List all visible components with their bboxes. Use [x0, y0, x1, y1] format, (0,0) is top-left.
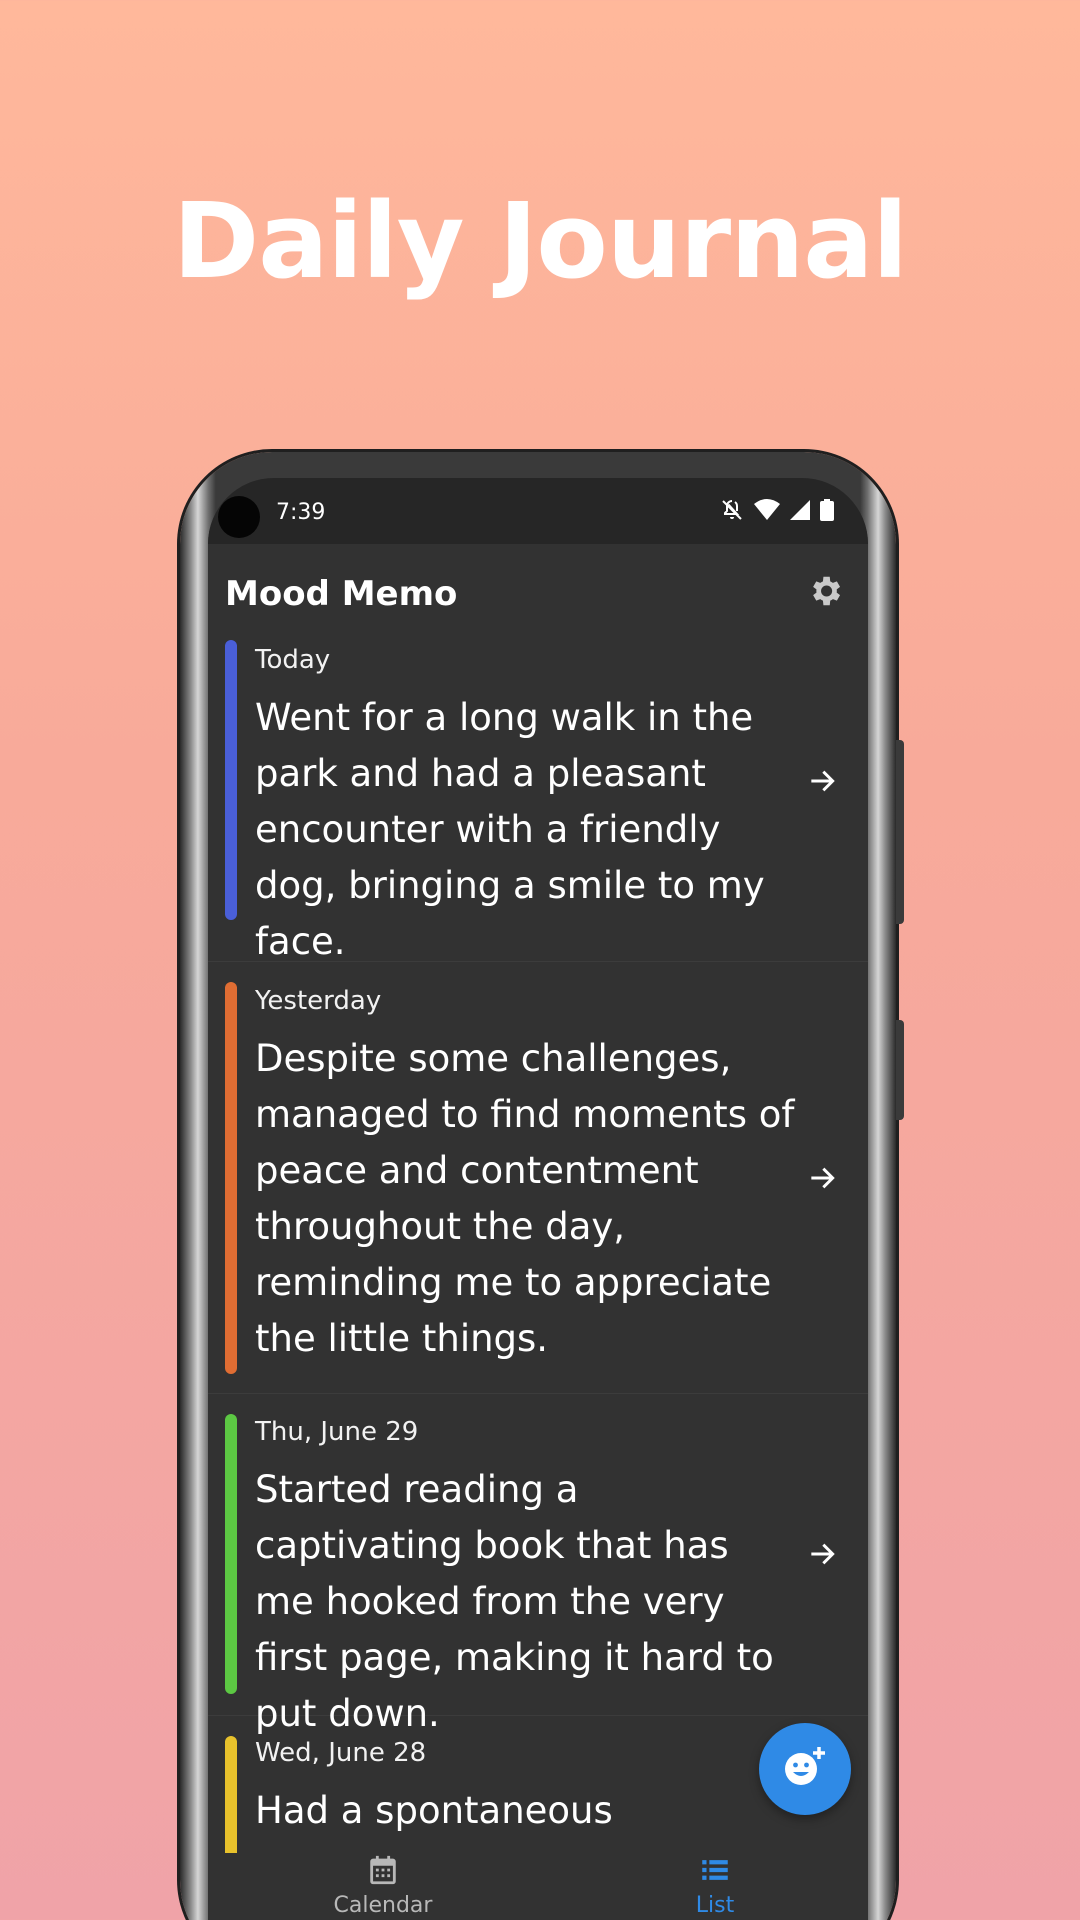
volume-button — [896, 740, 904, 924]
entry-text: Went for a long walk in the park and had… — [255, 696, 765, 963]
app-title: Mood Memo — [225, 574, 458, 614]
nav-list[interactable]: List — [615, 1853, 815, 1918]
journal-list: Today Went for a long walk in the park a… — [208, 640, 868, 1916]
notifications-off-icon — [720, 498, 744, 522]
bottom-navigation: Calendar List — [208, 1853, 868, 1920]
nav-calendar[interactable]: Calendar — [283, 1853, 483, 1918]
mood-color-bar — [225, 1414, 237, 1694]
nav-list-label: List — [695, 1893, 735, 1918]
app-bar: Mood Memo — [208, 544, 868, 640]
phone-screen: 7:39 Mood Memo Today Went for a long wal… — [208, 478, 868, 1920]
power-button — [896, 1020, 904, 1120]
nav-calendar-label: Calendar — [333, 1893, 433, 1918]
entry-date: Yesterday — [255, 986, 382, 1016]
list-item[interactable]: Thu, June 29 Started reading a captivati… — [208, 1394, 868, 1735]
entry-date: Thu, June 29 — [255, 1417, 419, 1447]
status-bar: 7:39 — [208, 478, 868, 544]
add-mood-button[interactable] — [759, 1723, 851, 1815]
mood-color-bar — [225, 982, 237, 1374]
calendar-icon — [283, 1853, 483, 1887]
status-icons — [720, 498, 834, 522]
settings-gear-icon[interactable] — [806, 572, 844, 610]
list-icon — [615, 1853, 815, 1887]
arrow-right-icon[interactable] — [806, 1538, 838, 1570]
arrow-right-icon[interactable] — [806, 1162, 838, 1194]
add-mood-face-icon — [785, 1747, 825, 1785]
status-time: 7:39 — [276, 500, 326, 525]
arrow-right-icon[interactable] — [806, 765, 838, 797]
entry-text: Despite some challenges, managed to find… — [255, 1037, 795, 1360]
entry-text: Had a spontaneous — [255, 1789, 613, 1832]
wifi-icon — [754, 499, 780, 521]
mood-color-bar — [225, 1736, 237, 1860]
front-camera — [218, 496, 260, 538]
entry-text: Started reading a captivating book that … — [255, 1468, 774, 1735]
entry-date: Wed, June 28 — [255, 1738, 427, 1768]
cell-signal-icon — [790, 500, 810, 520]
mood-color-bar — [225, 640, 237, 920]
phone-frame: 7:39 Mood Memo Today Went for a long wal… — [180, 452, 904, 1920]
battery-icon — [820, 499, 834, 521]
list-item[interactable]: Yesterday Despite some challenges, manag… — [208, 962, 868, 1394]
promo-headline: Daily Journal — [172, 180, 908, 302]
list-item[interactable]: Today Went for a long walk in the park a… — [208, 640, 868, 963]
entry-date: Today — [255, 645, 331, 675]
